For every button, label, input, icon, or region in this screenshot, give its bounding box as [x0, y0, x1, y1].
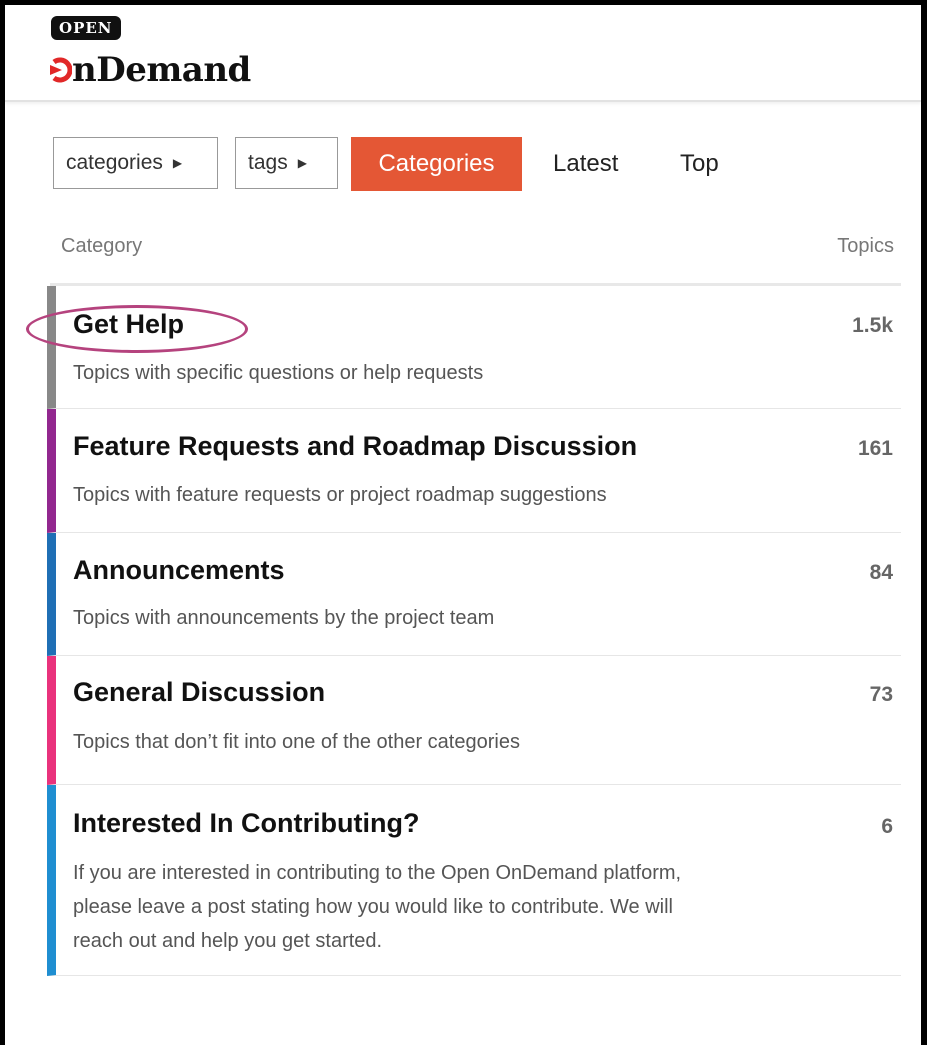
topic-count: 73	[869, 683, 893, 706]
category-name[interactable]: General Discussion	[73, 677, 325, 708]
category-name[interactable]: Announcements	[73, 555, 285, 586]
topic-count: 84	[869, 561, 893, 584]
site-logo[interactable]: nDemand	[50, 48, 251, 92]
category-description: Topics with specific questions or help r…	[73, 362, 484, 384]
caret-right-icon: ▶	[172, 156, 183, 170]
logo-open-badge[interactable]: OPEN	[51, 16, 121, 40]
logo-wordmark: nDemand	[72, 50, 251, 90]
category-description: Topics that don’t fit into one of the ot…	[73, 731, 520, 753]
categories-dropdown-label: categories	[66, 151, 163, 174]
category-description: Topics with feature requests or project …	[73, 484, 607, 506]
category-description: If you are interested in contributing to…	[73, 862, 682, 952]
category-row-announcements[interactable]: Announcements 84 Topics with announcemen…	[47, 533, 901, 656]
categories-dropdown[interactable]: categories ▶	[53, 137, 218, 189]
column-header-topics: Topics	[837, 235, 894, 257]
highlight-oval	[26, 305, 248, 353]
tab-categories[interactable]: Categories	[351, 137, 522, 191]
category-row-interested-in-contributing[interactable]: Interested In Contributing? 6 If you are…	[47, 785, 901, 976]
category-name[interactable]: Interested In Contributing?	[73, 808, 419, 839]
tab-latest[interactable]: Latest	[553, 137, 618, 191]
topic-count: 6	[881, 815, 893, 838]
category-row-general-discussion[interactable]: General Discussion 73 Topics that don’t …	[47, 656, 901, 785]
ondemand-o-arrow-icon	[50, 57, 72, 83]
column-header-category: Category	[61, 235, 143, 257]
category-description: Topics with announcements by the project…	[73, 607, 495, 629]
caret-right-icon: ▶	[297, 156, 307, 170]
category-row-feature-requests[interactable]: Feature Requests and Roadmap Discussion …	[47, 409, 901, 533]
tags-dropdown-label: tags	[248, 151, 288, 174]
category-name[interactable]: Feature Requests and Roadmap Discussion	[73, 431, 637, 462]
tags-dropdown[interactable]: tags ▶	[235, 137, 338, 189]
topic-count: 161	[857, 437, 893, 460]
topic-count: 1.5k	[852, 314, 893, 337]
tab-top[interactable]: Top	[680, 137, 719, 191]
